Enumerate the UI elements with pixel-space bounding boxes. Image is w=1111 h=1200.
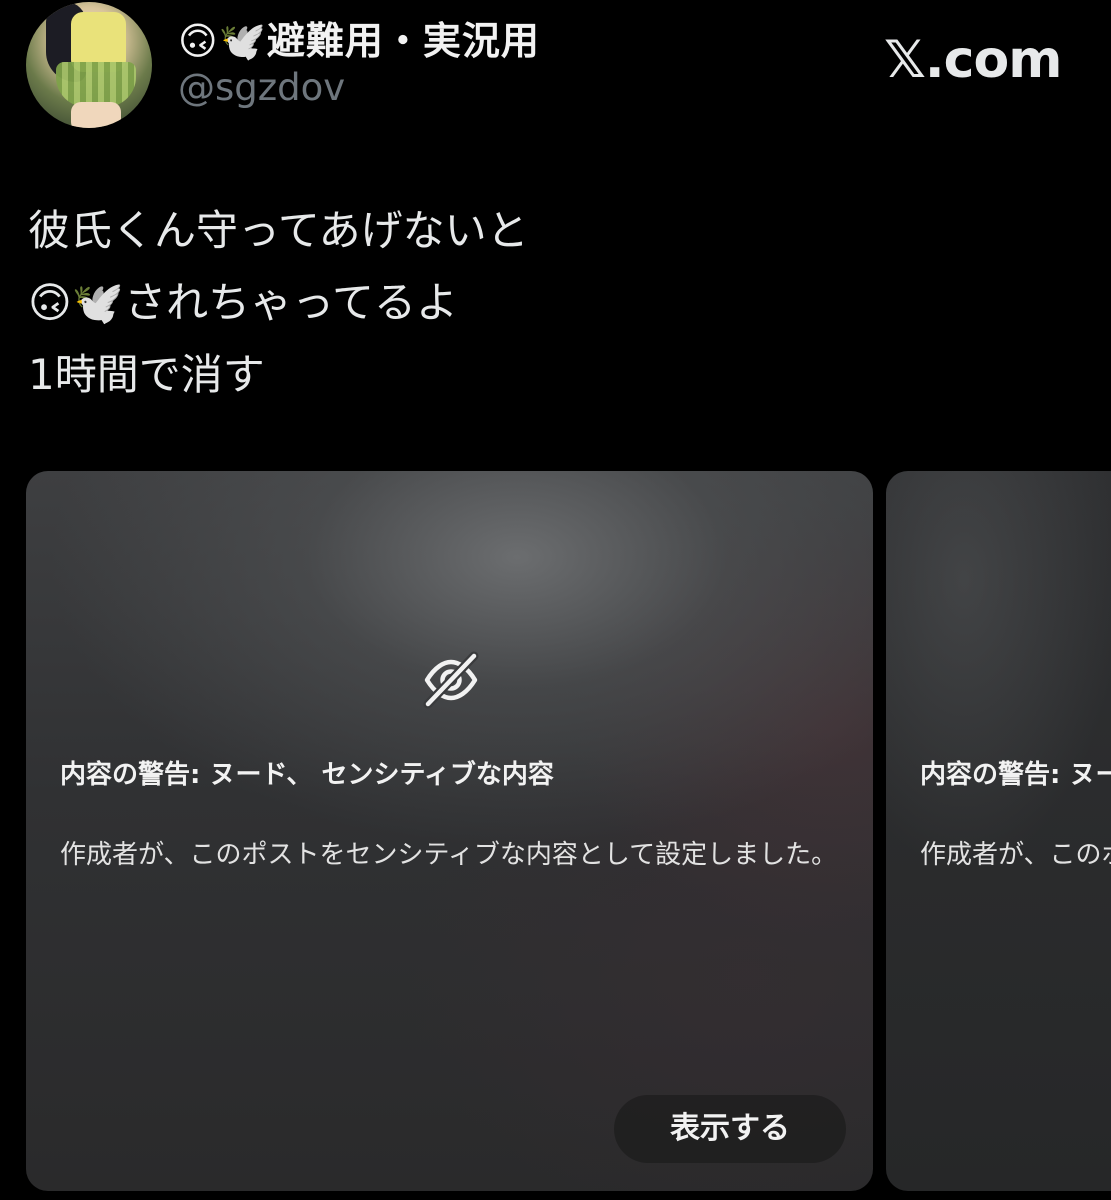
content-warning-description: 作成者が、このポストをセンシティブな内容として設定しました。 [60,840,838,870]
brand-logo: 𝕏.com [884,30,1062,90]
display-name[interactable]: 🙃🕊️避難用・実況用 [178,10,540,65]
post-header: 🙃🕊️避難用・実況用 @sgzdov 𝕏.com [0,0,1111,140]
avatar[interactable] [26,2,152,128]
avatar-skirt [56,62,136,107]
user-handle[interactable]: @sgzdov [178,66,345,109]
post-line: 🙃🕊️されちゃってるよ [28,278,458,327]
content-warning-title: 内容の警告: ヌード、 センシティブな内容 [60,760,554,790]
avatar-legs [71,102,121,128]
eye-off-icon [423,651,479,709]
post-line: 彼氏くん守ってあげないと [28,206,529,255]
show-button[interactable]: 表示する [614,1095,846,1163]
content-warning-description: 作成者が、このポストをセンシティブな内容として設定しました。 [920,840,1111,870]
post-line: 1時間で消す [28,350,265,399]
post-text: 彼氏くん守ってあげないと 🙃🕊️されちゃってるよ 1時間で消す [28,195,529,411]
sensitive-media-card-next[interactable]: 内容の警告: ヌード、 センシティブな内容 作成者が、このポストをセンシティブな… [886,471,1111,1191]
content-warning-title: 内容の警告: ヌード、 センシティブな内容 [920,760,1111,790]
sensitive-media-card[interactable]: 内容の警告: ヌード、 センシティブな内容 作成者が、このポストをセンシティブな… [26,471,873,1191]
